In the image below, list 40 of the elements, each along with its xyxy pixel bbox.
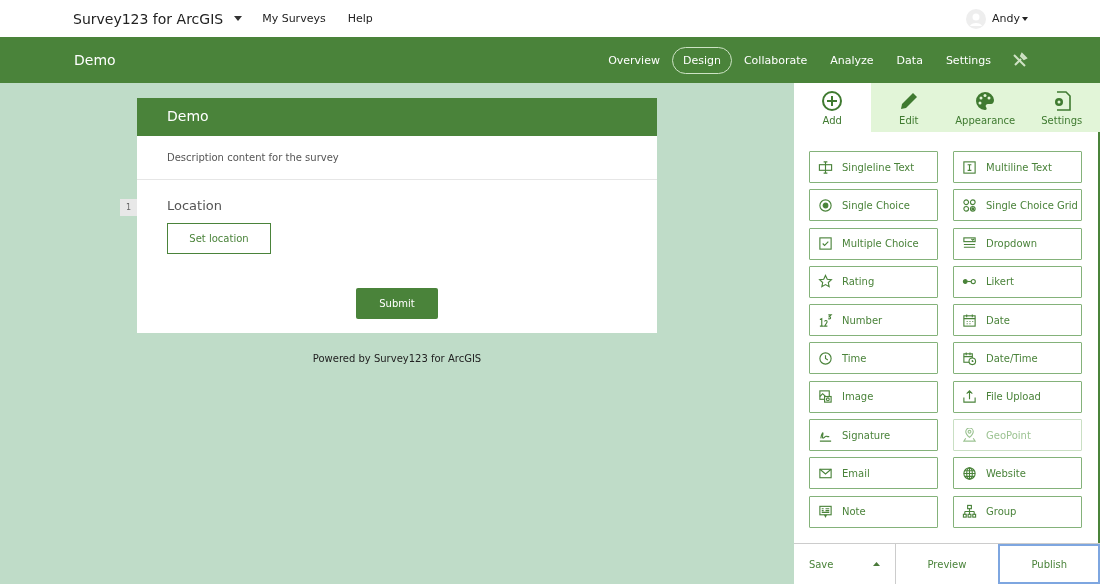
question-type-button[interactable]: Multiline Text	[953, 151, 1082, 183]
question-number: 1	[120, 199, 137, 216]
question-type-button[interactable]: Signature	[809, 419, 938, 452]
survey-title: Demo	[74, 52, 116, 68]
footer-text: Powered by Survey123 for ArcGIS	[312, 353, 482, 364]
nav-tab[interactable]: Settings	[934, 46, 1002, 74]
question-type-button[interactable]: Singleline Text	[809, 151, 938, 183]
form-header: Demo	[137, 98, 657, 136]
question-type-button[interactable]: Image	[809, 380, 938, 413]
question-type-button[interactable]: Time	[809, 342, 938, 375]
action-button[interactable]: Publish	[997, 544, 1100, 584]
question-type-button[interactable]: Dropdown	[953, 227, 1082, 260]
question-type-button[interactable]: Email	[809, 457, 938, 490]
question-label: Location	[167, 198, 223, 213]
nav-tab[interactable]: Collaborate	[732, 46, 819, 74]
question-type-button[interactable]: Multiple Choice	[809, 227, 938, 260]
question-type-button[interactable]: Rating	[809, 265, 938, 298]
form-description: Description content for the survey	[137, 136, 657, 180]
nav-link[interactable]: Help	[347, 12, 373, 25]
user-name[interactable]: Andy	[992, 12, 1020, 25]
question-type-button[interactable]: Date/Time	[953, 342, 1082, 375]
panel-tab[interactable]: Appearance	[947, 83, 1024, 132]
question-type-button[interactable]: Website	[953, 457, 1082, 490]
submit-button[interactable]: Submit	[356, 288, 438, 319]
panel-tab[interactable]: Settings	[1023, 83, 1100, 132]
nav-tab[interactable]: Data	[885, 46, 934, 74]
panel-tab[interactable]: Edit	[870, 83, 947, 132]
question-type-button[interactable]: Likert	[953, 265, 1082, 298]
nav-tab[interactable]: Overview	[597, 46, 671, 74]
nav-link[interactable]: My Surveys	[262, 12, 326, 25]
question-type-button[interactable]: Single Choice	[809, 189, 938, 222]
question-type-button[interactable]: Note	[809, 495, 938, 528]
question-type-button[interactable]: Date	[953, 304, 1082, 337]
question-type-button[interactable]: Number	[809, 304, 938, 337]
nav-tab[interactable]: Analyze	[819, 46, 885, 74]
question-type-button[interactable]: Group	[953, 495, 1082, 528]
question-type-button[interactable]: Single Choice Grid	[953, 189, 1082, 222]
app-title[interactable]: Survey123 for ArcGIS	[73, 10, 224, 27]
set-location-button[interactable]: Set location	[167, 223, 271, 254]
question-type-button[interactable]: File Upload	[953, 380, 1082, 413]
